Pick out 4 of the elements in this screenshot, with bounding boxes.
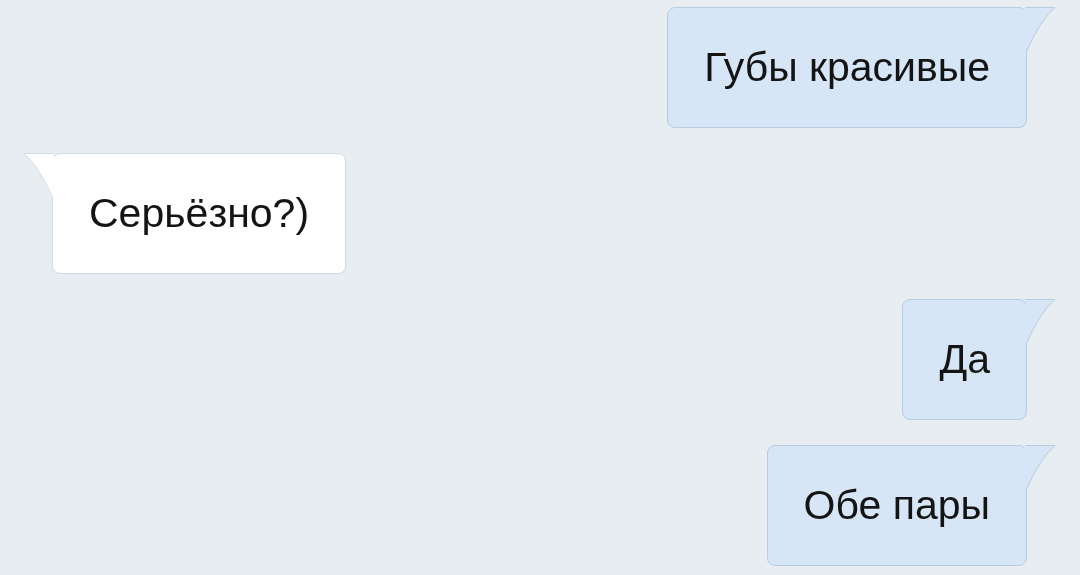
message-text: Губы красивые — [704, 44, 990, 91]
message-text: Да — [939, 336, 990, 383]
message-text: Серьёзно?) — [89, 190, 310, 237]
message-text: Обе пары — [803, 482, 990, 529]
